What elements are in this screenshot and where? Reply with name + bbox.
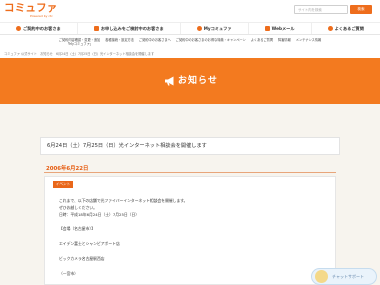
subnav-label: 各種接続・設定方法 xyxy=(105,38,134,42)
article-line: エイデン富士とシャンピアポート店 xyxy=(59,241,120,246)
subnav-label: メンテナンス情報 xyxy=(295,38,322,42)
article-line: ぜひお越しください。 xyxy=(59,205,97,210)
document-icon xyxy=(93,26,99,31)
subnav-label-line2: 「Myコミュファ」 xyxy=(66,42,93,46)
subnav-item-faq[interactable]: よくあるご質問 xyxy=(251,36,273,42)
logo-text: コミュファ xyxy=(4,2,58,14)
nav-item-current-customers[interactable]: ご契約中のお客さま xyxy=(0,23,78,34)
article-line: これまで、以下の店舗で光ファイバーインターネット相談会を開催します。 xyxy=(59,198,188,203)
nav-item-my-commufa[interactable]: Myコミュファ xyxy=(181,23,249,34)
nav-label: Webメール xyxy=(271,25,295,31)
breadcrumb[interactable]: コミュファ 公式サイト お知らせ 6月24日（土）7月25日（日）光インターネッ… xyxy=(4,51,154,56)
commufa-logo[interactable]: コミュファ Powered by ctc xyxy=(4,2,58,19)
subnav-item-settings[interactable]: 各種接続・設定方法 xyxy=(105,36,134,42)
nav-label: よくあるご質問 xyxy=(334,25,364,31)
mail-icon xyxy=(264,26,270,31)
subnav-label: ご契約中のお客さまのお得な特典・キャンペーン xyxy=(175,38,246,42)
nav-label: ご契約中のお客さま xyxy=(23,25,61,31)
article-title: 6月24日（土）7月25日（日）光インターネット相談会を開催します xyxy=(40,137,340,155)
article-date: 2006年6月22日 xyxy=(46,166,89,172)
nav-item-faq[interactable]: よくあるご質問 xyxy=(312,23,380,34)
subnav-label: ご契約中のお客さまへ xyxy=(138,38,171,42)
chat-label: チャットサポート xyxy=(332,274,364,279)
article-line: 【会場（名古屋市）】 xyxy=(59,226,96,231)
nav-item-webmail[interactable]: Webメール xyxy=(249,23,312,34)
chat-support-button[interactable]: チャットサポート xyxy=(311,268,377,285)
subnav-label: よくあるご質問 xyxy=(250,38,274,42)
subnav-item-current-customers[interactable]: ご契約中のお客さまへ xyxy=(139,36,171,42)
question-icon xyxy=(327,26,333,31)
article-line: 日時：平成18年6月24日（土）7月25日（日） xyxy=(59,212,140,217)
site-header: コミュファ Powered by ctc 検索 xyxy=(0,0,380,22)
user-circle-icon xyxy=(196,26,202,31)
logo-subtext: Powered by ctc xyxy=(30,14,53,18)
article-line: （一宮市） xyxy=(59,271,78,276)
nav-label: お申し込みをご検討中のお客さま xyxy=(100,25,164,31)
page-title: お知らせ xyxy=(178,76,218,86)
article-card: イベント これまで、以下の店舗で光ファイバーインターネット相談会を開催します。 … xyxy=(44,176,336,285)
subnav-item-outage[interactable]: 障害情報 xyxy=(278,36,291,42)
subnav-item-maintenance[interactable]: メンテナンス情報 xyxy=(296,36,321,42)
article-line: ビックカメラ名古屋駅西店 xyxy=(59,256,105,261)
subnav-item-campaign[interactable]: ご契約中のお客さまのお得な特典・キャンペーン xyxy=(176,36,246,42)
subnav-label: 障害情報 xyxy=(278,38,291,42)
page-banner: お知らせ xyxy=(0,58,380,104)
search-button[interactable]: 検索 xyxy=(350,5,372,14)
subnav-item-contract[interactable]: ご契約内容確認・変更・追加 「Myコミュファ」 xyxy=(59,36,100,46)
event-tag: イベント xyxy=(53,181,73,188)
person-icon xyxy=(16,26,22,31)
nav-item-new-customers[interactable]: お申し込みをご検討中のお客さま xyxy=(78,23,181,34)
divider xyxy=(44,172,336,173)
search-input[interactable] xyxy=(294,5,348,14)
main-nav: ご契約中のお客さま お申し込みをご検討中のお客さま Myコミュファ Webメール… xyxy=(0,22,380,35)
nav-label: Myコミュファ xyxy=(203,25,232,31)
megaphone-icon xyxy=(165,76,174,86)
sub-nav: ご契約内容確認・変更・追加 「Myコミュファ」 各種接続・設定方法 ご契約中のお… xyxy=(0,36,380,50)
chat-avatar-icon xyxy=(315,270,328,283)
